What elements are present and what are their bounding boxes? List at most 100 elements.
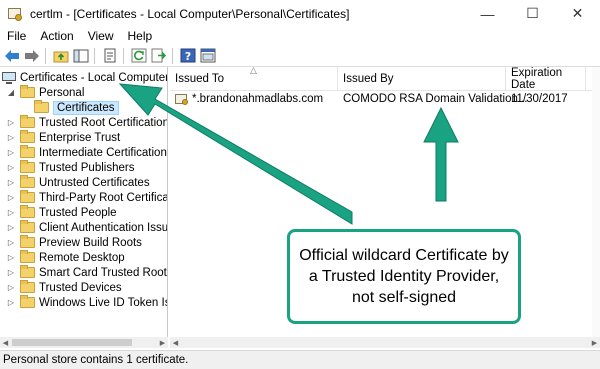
folder-icon: [20, 250, 35, 263]
scroll-left-icon[interactable]: ◀: [170, 337, 181, 348]
tree-item-label: Trusted Devices: [39, 281, 122, 294]
forward-arrow-icon[interactable]: [23, 47, 41, 65]
column-expiration-date[interactable]: Expiration Date: [506, 67, 586, 91]
cell-issued-by: COMODO RSA Domain Validation...: [343, 93, 528, 105]
refresh-icon[interactable]: [130, 47, 148, 65]
tree-item-certificates[interactable]: Certificates: [34, 100, 119, 115]
title-bar: certlm - [Certificates - Local Computer\…: [0, 0, 600, 27]
expand-icon[interactable]: ▷: [6, 163, 16, 173]
back-arrow-icon[interactable]: [3, 47, 21, 65]
expand-icon[interactable]: ▷: [6, 148, 16, 158]
tree-item-label: Trusted Publishers: [39, 161, 135, 174]
folder-icon: [20, 160, 35, 173]
tree-root[interactable]: Certificates - Local Computer: [2, 70, 168, 85]
menu-action[interactable]: Action: [33, 29, 80, 43]
expand-icon[interactable]: ▷: [6, 223, 16, 233]
status-bar: Personal store contains 1 certificate.: [0, 350, 600, 369]
folder-icon: [20, 175, 35, 188]
tree-item-label: Third-Party Root Certification: [39, 191, 168, 204]
tree-item[interactable]: ▷ Smart Card Trusted Roots: [6, 265, 168, 280]
expand-icon[interactable]: ▷: [6, 118, 16, 128]
tree-item[interactable]: ▷ Third-Party Root Certification: [6, 190, 168, 205]
folder-icon: [20, 280, 35, 293]
tree-item[interactable]: ▷ Trusted People: [6, 205, 117, 220]
tree-horizontal-scrollbar[interactable]: ◀ ▶: [0, 337, 168, 348]
tree-item[interactable]: ▷ Remote Desktop: [6, 250, 125, 265]
scrollbar-thumb[interactable]: [12, 339, 132, 346]
toolbar: ?: [0, 45, 600, 67]
column-label: Issued By: [343, 73, 394, 85]
tree-item-label: Remote Desktop: [39, 251, 125, 264]
expand-icon[interactable]: ▷: [6, 253, 16, 263]
console-icon[interactable]: [199, 47, 217, 65]
tree-item-personal[interactable]: ◢ Personal: [6, 85, 84, 100]
window-controls: — ☐ ✕: [465, 0, 600, 27]
folder-icon: [20, 265, 35, 278]
tree-item[interactable]: ▷ Trusted Root Certification Au: [6, 115, 167, 130]
folder-icon: [20, 220, 35, 233]
column-issued-to[interactable]: △ Issued To: [170, 67, 338, 91]
list-vertical-scrollbar[interactable]: [592, 67, 600, 342]
tree-item-label: Smart Card Trusted Roots: [39, 266, 168, 279]
menu-view[interactable]: View: [81, 29, 121, 43]
maximize-button[interactable]: ☐: [510, 0, 555, 27]
menu-help[interactable]: Help: [121, 29, 160, 43]
tree-item-label: Intermediate Certification Au: [39, 146, 167, 159]
expand-icon[interactable]: ▷: [6, 298, 16, 308]
tree-item-label: Certificates: [53, 100, 119, 115]
toolbar-separator: [94, 47, 95, 64]
expand-icon[interactable]: ▷: [6, 268, 16, 278]
tree-item-label: Personal: [39, 86, 85, 99]
tree-item[interactable]: ▷ Intermediate Certification Au: [6, 145, 167, 160]
tree-item[interactable]: ▷ Client Authentication Issuers: [6, 220, 168, 235]
show-hide-tree-icon[interactable]: [72, 47, 90, 65]
certificate-icon: [175, 93, 189, 105]
cell-text: *.brandonahmadlabs.com: [192, 93, 324, 105]
menu-file[interactable]: File: [0, 29, 33, 43]
folder-icon: [20, 235, 35, 248]
close-button[interactable]: ✕: [555, 0, 600, 27]
help-icon[interactable]: ?: [179, 47, 197, 65]
menu-bar: File Action View Help: [0, 27, 600, 45]
tree-item-label: Preview Build Roots: [39, 236, 142, 249]
tree-root-label: Certificates - Local Computer: [20, 71, 168, 84]
toolbar-separator: [172, 47, 173, 64]
toolbar-separator: [123, 47, 124, 64]
annotation-callout: Official wildcard Certificate by a Trust…: [287, 229, 521, 324]
list-header: △ Issued To Issued By Expiration Date I: [170, 67, 600, 91]
properties-icon[interactable]: [101, 47, 119, 65]
folder-icon: [20, 115, 35, 128]
tree-item[interactable]: ▷ Trusted Publishers: [6, 160, 134, 175]
window-title: certlm - [Certificates - Local Computer\…: [30, 6, 350, 21]
column-label: Issued To: [175, 73, 225, 85]
tree-item-label: Enterprise Trust: [39, 131, 121, 144]
svg-text:?: ?: [185, 50, 191, 63]
tree-item-label: Untrusted Certificates: [39, 176, 150, 189]
column-issued-by[interactable]: Issued By: [338, 67, 506, 91]
scroll-left-icon[interactable]: ◀: [0, 337, 11, 348]
tree-item[interactable]: ▷ Untrusted Certificates: [6, 175, 150, 190]
expand-icon[interactable]: ▷: [6, 178, 16, 188]
tree-item[interactable]: ▷ Enterprise Trust: [6, 130, 120, 145]
tree-item[interactable]: ▷ Preview Build Roots: [6, 235, 142, 250]
tree-item[interactable]: ▷ Windows Live ID Token Issuer: [6, 295, 167, 310]
tree-item-label: Windows Live ID Token Issuer: [39, 296, 167, 309]
computer-icon: [2, 71, 16, 84]
expand-icon[interactable]: ▷: [6, 238, 16, 248]
folder-icon: [34, 100, 49, 113]
collapse-icon[interactable]: ◢: [6, 88, 16, 98]
minimize-button[interactable]: —: [465, 0, 510, 27]
scroll-right-icon[interactable]: ▶: [157, 337, 168, 348]
tree-item-label: Client Authentication Issuers: [39, 221, 168, 234]
list-horizontal-scrollbar[interactable]: ◀ ▶: [170, 337, 600, 348]
scroll-right-icon[interactable]: ▶: [589, 337, 600, 348]
table-row[interactable]: *.brandonahmadlabs.com COMODO RSA Domain…: [170, 91, 600, 107]
expand-icon[interactable]: ▷: [6, 208, 16, 218]
toolbar-separator: [45, 47, 46, 64]
expand-icon[interactable]: ▷: [6, 133, 16, 143]
tree-item[interactable]: ▷ Trusted Devices: [6, 280, 122, 295]
export-list-icon[interactable]: [150, 47, 168, 65]
up-folder-icon[interactable]: [52, 47, 70, 65]
expand-icon[interactable]: ▷: [6, 193, 16, 203]
expand-icon[interactable]: ▷: [6, 283, 16, 293]
